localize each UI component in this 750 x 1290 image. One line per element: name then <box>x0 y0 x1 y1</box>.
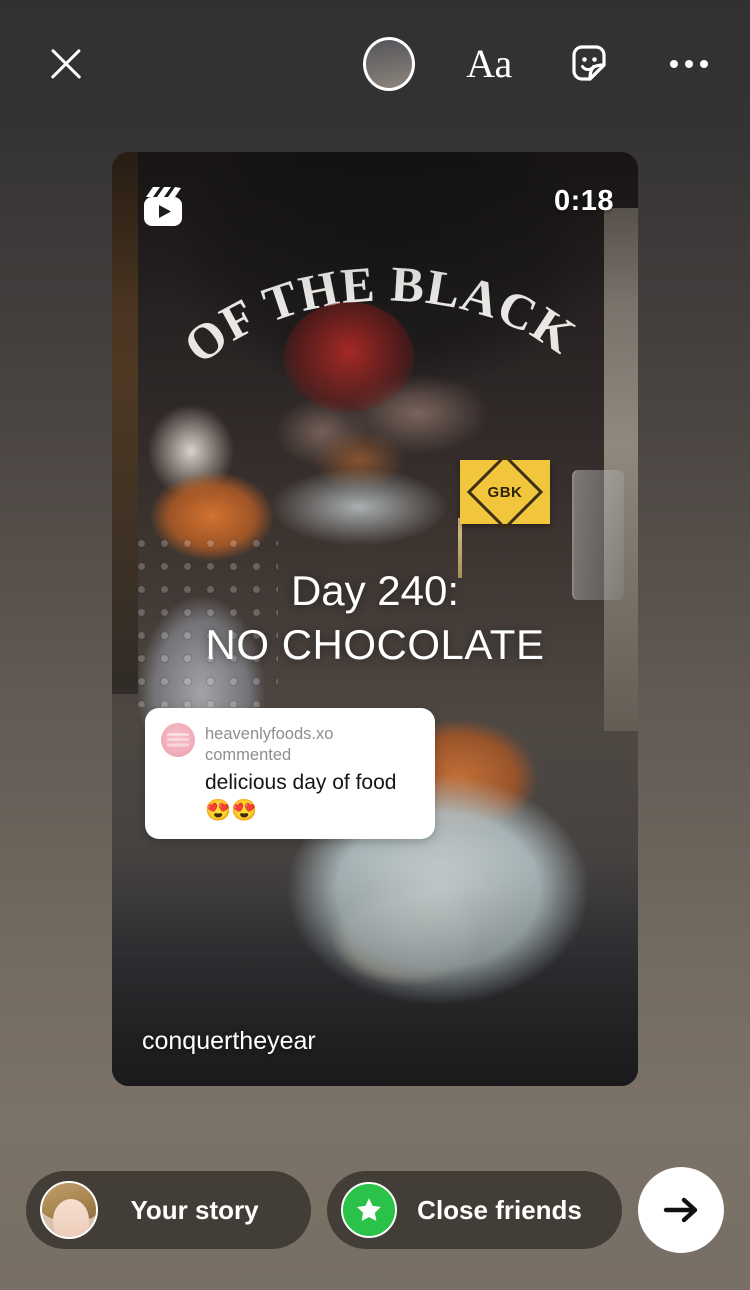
comment-body-text: delicious day of food 😍😍 <box>205 771 397 822</box>
close-friends-label: Close friends <box>417 1194 582 1225</box>
your-story-label: Your story <box>130 1194 259 1225</box>
reels-clapperboard-icon <box>144 187 182 226</box>
draw-tool-button[interactable] <box>356 31 422 97</box>
text-tool-button[interactable]: Aa <box>456 31 522 97</box>
more-options-button[interactable] <box>656 31 722 97</box>
comment-header-row: heavenlyfoods.xo commented <box>161 721 419 765</box>
media-username: conquertheyear <box>142 1027 316 1055</box>
story-media-preview[interactable]: OF THE BLACK GBK 0:18 Day 240: NO CHOCOL… <box>112 152 638 1086</box>
comment-sticker[interactable]: heavenlyfoods.xo commented delicious day… <box>145 708 435 839</box>
editor-top-toolbar: Aa <box>0 0 750 128</box>
editor-tool-group: Aa <box>356 31 722 97</box>
text-aa-icon: Aa <box>466 41 512 86</box>
sticker-tool-button[interactable] <box>556 31 622 97</box>
your-story-button[interactable]: Your story <box>26 1171 312 1249</box>
share-bottom-bar: Your story Close friends <box>0 1130 750 1290</box>
sticker-smiley-icon <box>572 45 606 81</box>
brush-circle-icon <box>363 37 415 91</box>
commenter-avatar <box>161 723 195 757</box>
close-friends-button[interactable]: Close friends <box>327 1171 622 1249</box>
story-editor-screen: Aa 0:18 Day 240: NO CHOCOLATE heavenlyfo… <box>0 0 750 1290</box>
story-text-line-2: NO CHOCOLATE <box>205 620 545 668</box>
arrow-right-icon <box>663 1197 698 1223</box>
comment-header-text: heavenlyfoods.xo commented <box>205 725 334 764</box>
story-text-overlay[interactable]: Day 240: NO CHOCOLATE <box>112 564 638 672</box>
story-text-line-1: Day 240: <box>290 567 460 614</box>
green-star-badge-icon <box>341 1182 398 1238</box>
media-duration: 0:18 <box>553 185 614 217</box>
three-dots-icon <box>670 60 708 68</box>
send-button[interactable] <box>638 1167 724 1253</box>
avatar <box>40 1181 98 1239</box>
close-x-icon <box>46 44 86 84</box>
close-button[interactable] <box>33 31 99 97</box>
